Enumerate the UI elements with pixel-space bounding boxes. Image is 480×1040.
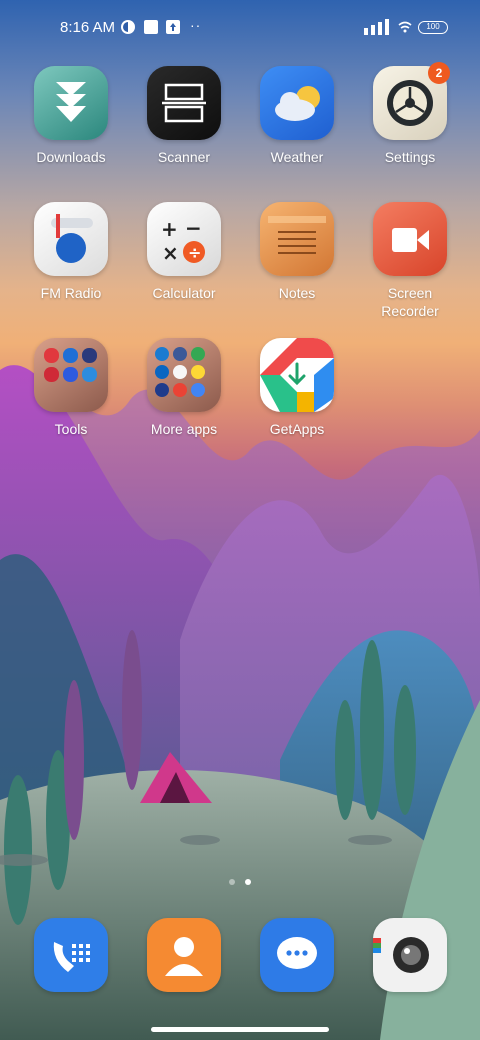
app-label: Settings bbox=[384, 149, 436, 165]
app-calculator[interactable]: + − × ÷ Calculator bbox=[128, 202, 240, 302]
folder-tools[interactable]: Tools bbox=[15, 338, 127, 438]
screenshot-icon bbox=[143, 19, 159, 35]
video-camera-icon bbox=[373, 202, 447, 276]
app-scanner[interactable]: Scanner bbox=[128, 66, 240, 166]
svg-text:+: + bbox=[161, 217, 178, 241]
upload-icon bbox=[165, 19, 181, 35]
app-downloads[interactable]: Downloads bbox=[15, 66, 127, 166]
radio-icon bbox=[34, 202, 108, 276]
app-fm-radio[interactable]: FM Radio bbox=[15, 202, 127, 302]
camera-icon[interactable] bbox=[373, 918, 447, 992]
svg-text:÷: ÷ bbox=[188, 243, 201, 262]
contacts-icon[interactable] bbox=[147, 918, 221, 992]
app-label: Calculator bbox=[152, 285, 216, 301]
dock bbox=[0, 918, 480, 994]
app-weather[interactable]: Weather bbox=[241, 66, 353, 166]
message-icon[interactable] bbox=[260, 918, 334, 992]
app-label: Weather bbox=[270, 149, 324, 165]
app-label: FM Radio bbox=[40, 285, 102, 301]
getapps-download-icon bbox=[260, 338, 334, 412]
app-getapps[interactable]: GetApps bbox=[241, 338, 353, 438]
folder-icon bbox=[34, 338, 108, 412]
notification-badge: 2 bbox=[428, 62, 450, 84]
app-notes[interactable]: Notes bbox=[241, 202, 353, 302]
scanner-icon bbox=[147, 66, 221, 140]
phone-icon[interactable] bbox=[34, 918, 108, 992]
more-dots-icon: ·· bbox=[190, 17, 202, 33]
page-indicator bbox=[229, 879, 253, 887]
notes-icon bbox=[260, 202, 334, 276]
svg-text:×: × bbox=[162, 241, 179, 265]
svg-text:−: − bbox=[185, 216, 202, 240]
app-label: More apps bbox=[150, 421, 218, 437]
app-label: Screen Recorder bbox=[381, 285, 439, 319]
moon-clock-icon bbox=[120, 19, 136, 35]
clock: 8:16 AM bbox=[60, 19, 116, 36]
page-dot-active[interactable] bbox=[245, 879, 251, 885]
battery-icon: 100 bbox=[418, 21, 448, 34]
app-label: Downloads bbox=[36, 149, 106, 165]
download-arrows-icon bbox=[34, 66, 108, 140]
home-gesture-bar[interactable] bbox=[151, 1027, 329, 1032]
folder-icon bbox=[147, 338, 221, 412]
app-label: Scanner bbox=[157, 149, 211, 165]
calculator-icon: + − × ÷ bbox=[147, 202, 221, 276]
status-bar: 8:16 AM ·· 100 bbox=[0, 0, 480, 56]
app-label: Tools bbox=[54, 421, 88, 437]
wifi-icon bbox=[398, 20, 412, 34]
app-screen-recorder[interactable]: Screen Recorder bbox=[354, 202, 466, 320]
app-label: Notes bbox=[278, 285, 316, 301]
app-settings[interactable]: 2 Settings bbox=[354, 62, 466, 166]
page-dot[interactable] bbox=[229, 879, 235, 885]
signal-icon bbox=[364, 19, 389, 35]
cloud-sun-icon bbox=[260, 66, 334, 140]
folder-more-apps[interactable]: More apps bbox=[128, 338, 240, 438]
app-label: GetApps bbox=[269, 421, 325, 437]
